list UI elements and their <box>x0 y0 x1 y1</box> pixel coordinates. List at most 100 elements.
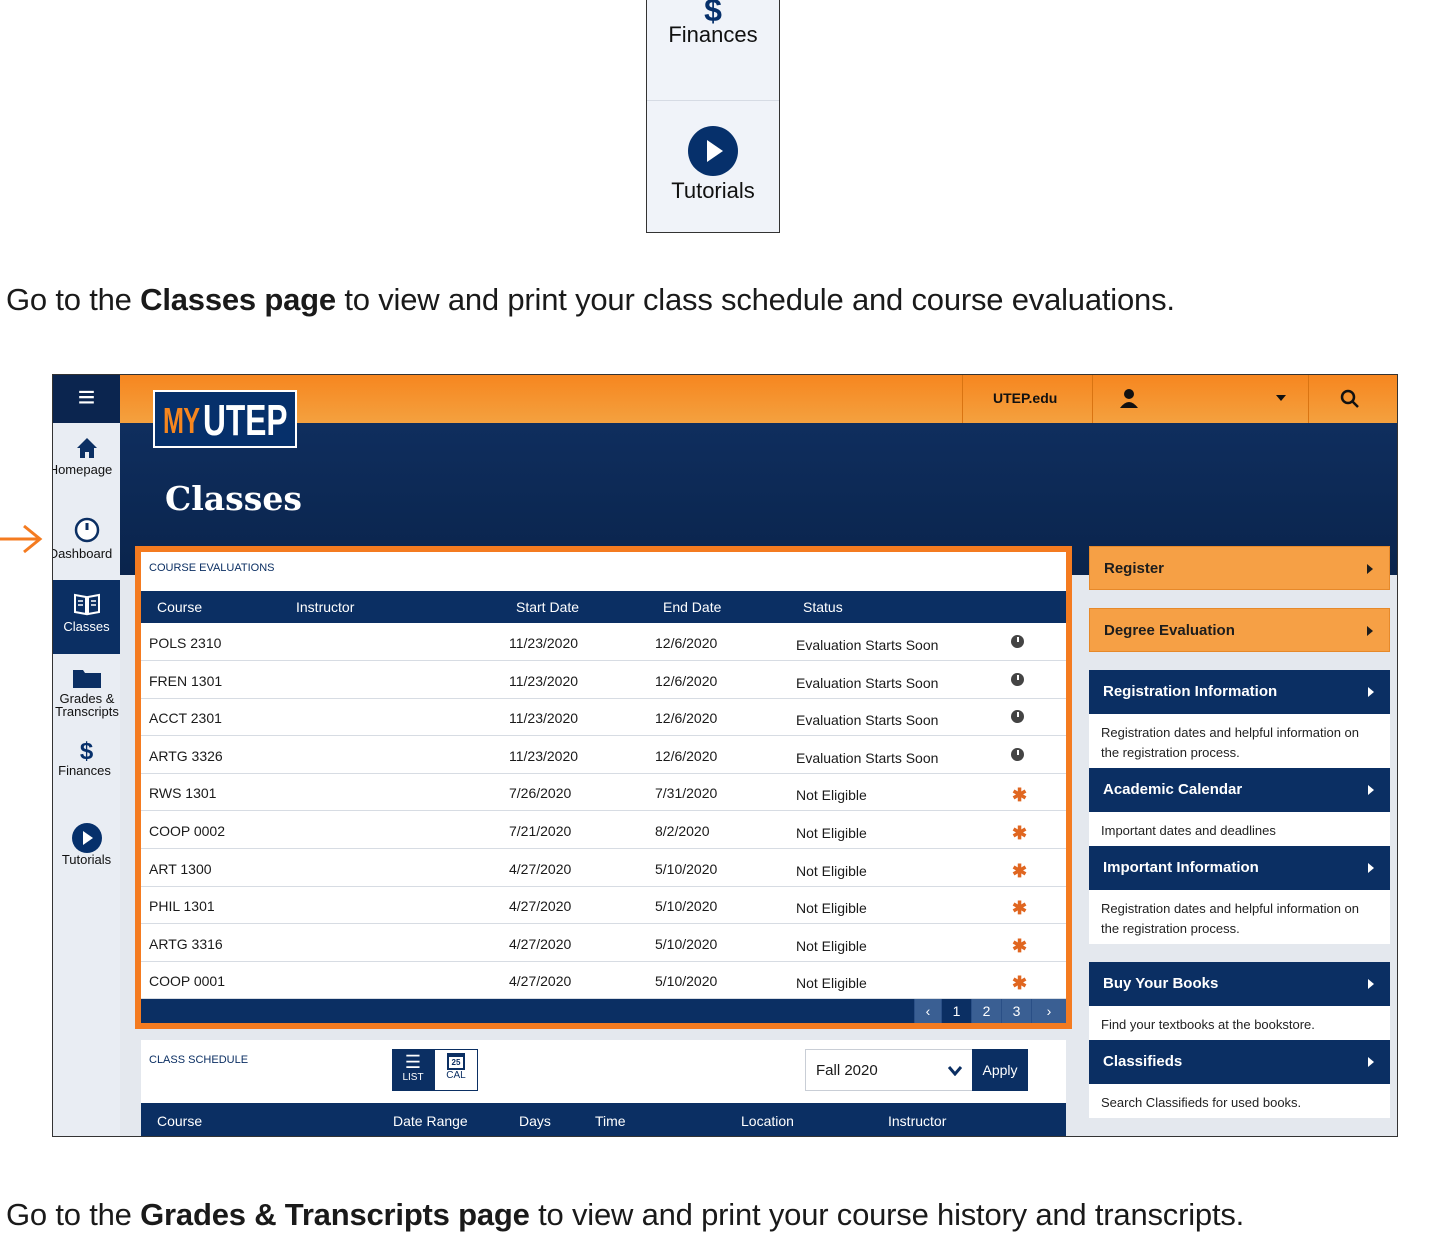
myutep-logo[interactable]: MY UTEP <box>153 390 297 448</box>
clock-icon <box>1011 710 1024 724</box>
column-header[interactable]: Course <box>157 1113 202 1129</box>
important-information-desc: Registration dates and helpful informati… <box>1089 890 1390 944</box>
classifieds-desc: Search Classifieds for used books. <box>1089 1084 1390 1118</box>
term-value: Fall 2020 <box>816 1062 878 1079</box>
sidebar-item-dashboard[interactable]: Dashboard <box>53 513 120 577</box>
user-menu[interactable] <box>1092 375 1308 423</box>
registration-information-desc: Registration dates and helpful informati… <box>1089 714 1390 768</box>
course-cell: PHIL 1301 <box>149 898 215 915</box>
column-header[interactable]: Date Range <box>393 1113 468 1129</box>
course-cell: ART 1300 <box>149 860 212 877</box>
caption-bold: Grades & Transcripts page <box>140 1197 530 1232</box>
clock-icon <box>1011 747 1024 761</box>
utep-link[interactable]: UTEP.edu <box>962 375 1092 423</box>
date-cell: 7/21/2020 <box>509 823 572 839</box>
date-cell: 5/10/2020 <box>655 935 718 952</box>
important-information-button[interactable]: Important Information <box>1089 846 1390 890</box>
column-header[interactable]: Status <box>803 599 843 615</box>
logo-my: MY <box>163 400 200 441</box>
academic-calendar-button[interactable]: Academic Calendar <box>1089 768 1390 812</box>
column-header[interactable]: Days <box>519 1113 551 1129</box>
book-icon <box>73 593 100 616</box>
sidebar: Homepage Dashboard Classes Grades & Tran… <box>53 423 120 1136</box>
button-label: Degree Evaluation <box>1104 622 1235 639</box>
asterisk-icon: ✱ <box>1012 973 1028 994</box>
caption-grades: Go to the Grades & Transcripts page to v… <box>6 1197 1244 1233</box>
finances-nav-item[interactable]: $ Finances <box>647 0 779 48</box>
column-header[interactable]: Time <box>595 1113 626 1129</box>
column-header[interactable]: Course <box>157 599 202 615</box>
classifieds-button[interactable]: Classifieds <box>1089 1040 1390 1084</box>
page-button[interactable]: 2 <box>971 999 1001 1023</box>
sidebar-snippet: $ Finances Tutorials <box>646 0 780 233</box>
status-cell: Not Eligible <box>796 787 867 804</box>
status-cell: Not Eligible <box>796 825 867 841</box>
apply-button[interactable]: Apply <box>972 1049 1028 1091</box>
column-header[interactable]: Location <box>741 1113 794 1129</box>
tutorials-label: Tutorials <box>671 178 755 203</box>
caret-right-icon <box>1367 626 1373 636</box>
sidebar-item-homepage[interactable]: Homepage <box>53 433 120 497</box>
sidebar-item-finances[interactable]: $ Finances <box>53 740 120 805</box>
page-button[interactable]: 3 <box>1001 999 1031 1023</box>
next-page-button[interactable]: › <box>1031 999 1066 1023</box>
column-header[interactable]: Start Date <box>516 599 579 615</box>
sidebar-item-tutorials[interactable]: Tutorials <box>53 819 120 883</box>
date-cell: 7/26/2020 <box>509 785 572 802</box>
pagination: ‹ 1 2 3 › <box>141 999 1066 1023</box>
table-row: ACCT 2301 11/23/2020 12/6/2020 Evaluation S… <box>141 698 1066 737</box>
column-header[interactable]: Instructor <box>888 1113 946 1129</box>
status-cell: Not Eligible <box>796 975 867 992</box>
button-label: Buy Your Books <box>1103 975 1219 992</box>
hamburger-menu-button[interactable]: ≡ <box>53 375 120 423</box>
logo-utep: UTEP <box>203 396 288 445</box>
button-label: Important Information <box>1103 859 1259 876</box>
course-cell: RWS 1301 <box>149 785 217 802</box>
play-icon <box>688 126 738 176</box>
list-view-button[interactable]: ☰ LIST <box>392 1049 434 1091</box>
tutorials-nav-item[interactable]: Tutorials <box>647 126 779 204</box>
caption-classes: Go to the Classes page to view and print… <box>6 282 1175 318</box>
degree-evaluation-button[interactable]: Degree Evaluation <box>1089 608 1390 652</box>
home-icon <box>76 438 97 458</box>
column-header[interactable]: Instructor <box>296 599 354 615</box>
clock-icon <box>1011 672 1024 686</box>
asterisk-icon: ✱ <box>1012 785 1028 806</box>
date-cell: 5/10/2020 <box>655 860 718 877</box>
class-schedule-panel: CLASS SCHEDULE ☰ LIST 25 CAL Fall 2020 A… <box>141 1040 1066 1136</box>
finances-label: Finances <box>668 22 758 47</box>
course-cell: ARTG 3316 <box>149 935 223 952</box>
term-select[interactable]: Fall 2020 <box>805 1049 973 1091</box>
page-button[interactable]: 1 <box>941 999 971 1023</box>
calendar-view-button[interactable]: 25 CAL <box>434 1049 478 1091</box>
table-row: FREN 1301 11/23/2020 12/6/2020 Evaluation S… <box>141 661 1066 699</box>
sidebar-item-classes[interactable]: Classes <box>53 580 120 654</box>
caret-right-icon <box>1368 1057 1374 1067</box>
course-cell: FREN 1301 <box>149 672 223 689</box>
course-cell: ACCT 2301 <box>149 710 222 727</box>
caption-text: Go to the <box>6 1197 141 1232</box>
sidebar-item-label: Grades & Transcripts <box>55 691 119 719</box>
table-row: ART 1300 4/27/2020 5/10/2020 Not Eligible ✱ <box>141 849 1066 887</box>
register-button[interactable]: Register <box>1089 546 1390 590</box>
arrow-pointer-icon <box>0 524 43 554</box>
course-evaluations-panel: COURSE EVALUATIONS Course Instructor Sta… <box>135 546 1072 1029</box>
column-header[interactable]: End Date <box>663 599 721 615</box>
table-row: ARTG 3316 4/27/2020 5/10/2020 Not Eligible ✱ <box>141 924 1066 962</box>
sidebar-item-label: Finances <box>58 763 111 778</box>
table-row: COOP 0001 4/27/2020 5/10/2020 Not Eligible ✱ <box>141 961 1066 1000</box>
date-cell: 8/2/2020 <box>655 823 710 839</box>
sidebar-item-grades[interactable]: Grades & Transcripts <box>53 663 120 727</box>
status-cell: Not Eligible <box>796 937 867 954</box>
myutep-screenshot: UTEP.edu ≡ MY UTEP Classes Homepage Dash… <box>52 374 1398 1137</box>
registration-information-button[interactable]: Registration Information <box>1089 670 1390 714</box>
search-icon <box>1340 389 1359 408</box>
caret-right-icon <box>1368 785 1374 795</box>
prev-page-button[interactable]: ‹ <box>914 999 941 1023</box>
date-cell: 12/6/2020 <box>655 635 718 651</box>
search-button[interactable] <box>1308 375 1390 423</box>
date-cell: 11/23/2020 <box>509 710 579 727</box>
caption-bold: Classes page <box>140 282 336 317</box>
buy-your-books-button[interactable]: Buy Your Books <box>1089 962 1390 1006</box>
date-cell: 5/10/2020 <box>655 973 718 990</box>
